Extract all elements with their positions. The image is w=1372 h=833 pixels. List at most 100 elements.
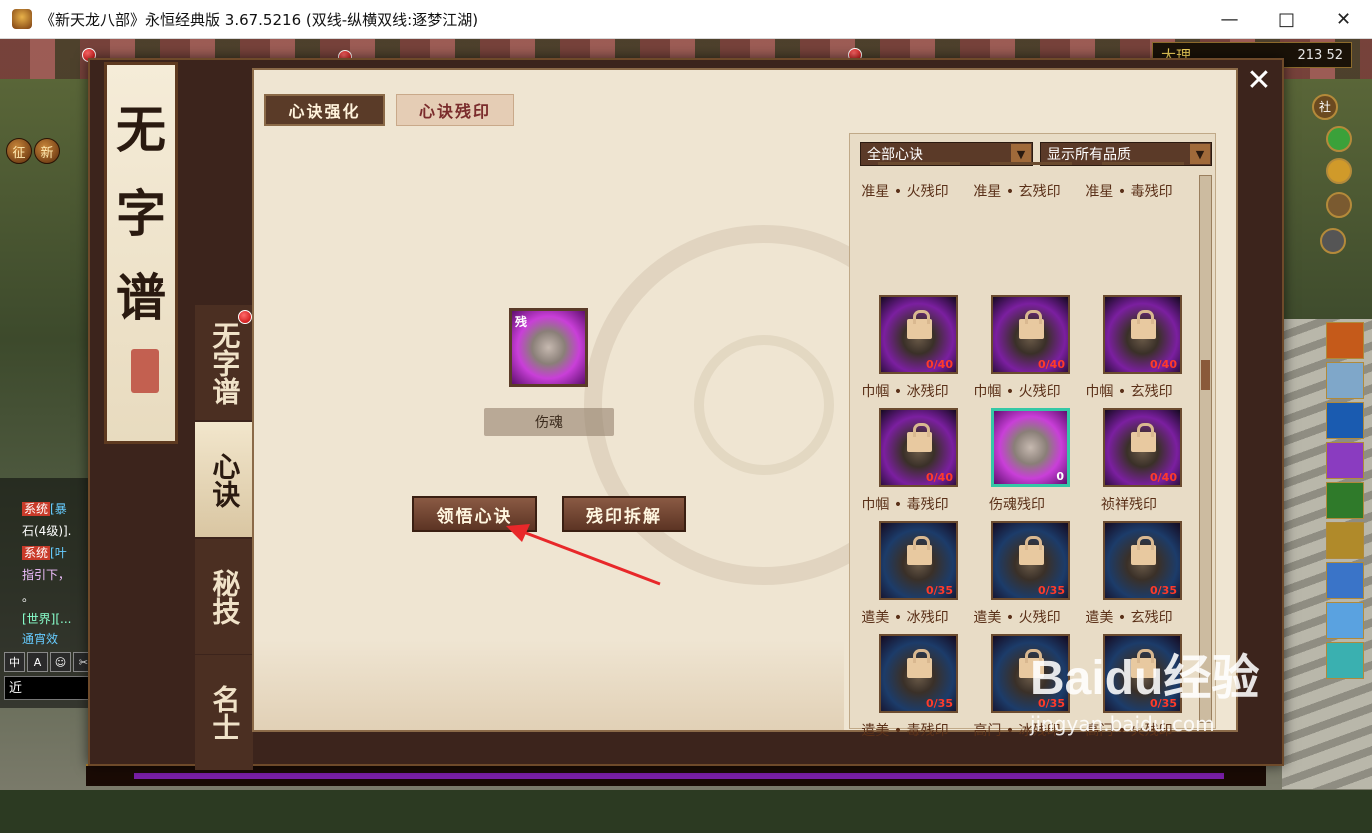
chat-text: [世界][... bbox=[22, 612, 72, 626]
chat-line: [世界][... bbox=[22, 610, 72, 627]
item-count: 0/40 bbox=[926, 471, 953, 484]
item-name: 巾帼 • 玄残印 bbox=[1085, 384, 1173, 400]
chevron-down-icon: ▼ bbox=[1190, 144, 1210, 164]
selected-item-name: 伤魂 bbox=[484, 408, 614, 436]
social-button[interactable]: 社 bbox=[1312, 94, 1338, 120]
chat-line: 。 bbox=[22, 588, 34, 605]
panel-title-char: 字 bbox=[116, 184, 166, 243]
panel-title-char: 无 bbox=[116, 100, 166, 159]
tab-xinjue-canyin[interactable]: 心诀残印 bbox=[396, 94, 514, 126]
item-count: 0 bbox=[1056, 470, 1064, 483]
skill-slot[interactable] bbox=[1326, 442, 1364, 479]
notification-dot bbox=[238, 310, 252, 324]
minimize-icon[interactable]: — bbox=[1201, 0, 1258, 38]
skill-slot[interactable] bbox=[1326, 402, 1364, 439]
item-slot[interactable]: 0/35 bbox=[879, 634, 958, 713]
lock-icon bbox=[907, 423, 932, 452]
chat-system-tag: 系统 bbox=[22, 546, 51, 560]
tab-label: 无字谱 bbox=[208, 320, 242, 405]
crossed-swords-icon[interactable] bbox=[1320, 228, 1346, 254]
chat-input[interactable]: 近 bbox=[4, 676, 96, 700]
chat-text: 通宵效 bbox=[22, 632, 59, 646]
window-titlebar: 《新天龙八部》永恒经典版 3.67.5216 (双线-纵横双线:逐梦江湖) — … bbox=[0, 0, 1372, 39]
background-hill bbox=[254, 640, 844, 730]
chat-text: [暴 bbox=[50, 502, 67, 516]
book-icon[interactable] bbox=[1326, 192, 1352, 218]
item-count: 0/40 bbox=[1150, 471, 1177, 484]
chat-text: 指引下， bbox=[22, 568, 71, 582]
skill-slot[interactable] bbox=[1326, 562, 1364, 599]
lock-icon bbox=[907, 649, 932, 678]
chat-text: 。 bbox=[22, 590, 35, 604]
chat-window: 系统 [暴 石(4级)]. 系统 [叶 指引下， 。 [世界][... 通宵效 bbox=[0, 478, 95, 708]
item-slot[interactable]: 0/35 bbox=[1103, 521, 1182, 600]
item-name: 准星 • 毒残印 bbox=[1085, 184, 1173, 200]
item-cell[interactable]: 准星 • 玄残印 bbox=[962, 162, 1072, 289]
help-icon[interactable] bbox=[1326, 158, 1352, 184]
item-cell[interactable]: 遣美 • 毒残印 0/35 bbox=[850, 634, 960, 833]
item-count: 0/35 bbox=[926, 697, 953, 710]
chat-tool-button[interactable]: A bbox=[27, 652, 48, 672]
annotation-arrow bbox=[506, 524, 661, 586]
item-slot[interactable]: 0/40 bbox=[879, 295, 958, 374]
item-slot[interactable]: 0/40 bbox=[1103, 408, 1182, 487]
new-button[interactable]: 新 bbox=[34, 138, 60, 164]
item-slot[interactable]: 0/40 bbox=[991, 295, 1070, 374]
item-slot[interactable]: 0/35 bbox=[991, 521, 1070, 600]
chat-line: 系统 [叶 bbox=[22, 544, 67, 561]
quality-dropdown-value: 显示所有品质 bbox=[1047, 147, 1131, 163]
skill-slot[interactable] bbox=[1326, 362, 1364, 399]
chat-line: 石(4级)]. bbox=[22, 522, 72, 539]
lock-icon bbox=[1019, 536, 1044, 565]
chat-text: 石(4级)]. bbox=[22, 524, 72, 538]
skill-slot[interactable] bbox=[1326, 322, 1364, 359]
item-name: 巾帼 • 冰残印 bbox=[861, 384, 949, 400]
item-count: 0/35 bbox=[1150, 584, 1177, 597]
chevron-down-icon: ▼ bbox=[1011, 144, 1031, 164]
item-badge: 残 bbox=[515, 315, 528, 329]
lock-icon bbox=[907, 310, 932, 339]
event-button-label: 征 bbox=[12, 145, 26, 161]
chat-channel-label: 近 bbox=[9, 681, 23, 696]
item-count: 0/40 bbox=[926, 358, 953, 371]
item-cell[interactable]: 准星 • 火残印 bbox=[850, 162, 960, 289]
item-count: 0/35 bbox=[926, 584, 953, 597]
chat-tool-button[interactable]: 中 bbox=[4, 652, 25, 672]
scrollbar-thumb[interactable] bbox=[1201, 360, 1210, 390]
item-count: 0/35 bbox=[1038, 584, 1065, 597]
tab-label: 心诀 bbox=[208, 451, 242, 508]
skill-slot[interactable] bbox=[1326, 642, 1364, 679]
lock-icon bbox=[907, 536, 932, 565]
item-name: 伤魂残印 bbox=[989, 497, 1045, 513]
watermark-brand: Baidu经验 bbox=[1030, 652, 1260, 705]
tab-xinjue[interactable]: 心诀 bbox=[195, 422, 253, 537]
new-button-label: 新 bbox=[40, 145, 54, 161]
tab-mingshi[interactable]: 名士 bbox=[195, 655, 253, 770]
close-icon[interactable]: ✕ bbox=[1315, 0, 1372, 38]
skill-slot[interactable] bbox=[1326, 602, 1364, 639]
lock-icon bbox=[1131, 423, 1156, 452]
item-cell[interactable]: 准星 • 毒残印 bbox=[1074, 162, 1184, 289]
item-slot[interactable]: 0/40 bbox=[879, 408, 958, 487]
skill-slot[interactable] bbox=[1326, 482, 1364, 519]
background-pattern bbox=[694, 335, 834, 475]
skill-slot[interactable] bbox=[1326, 522, 1364, 559]
category-dropdown-value: 全部心诀 bbox=[867, 147, 923, 163]
tab-miji[interactable]: 秘技 bbox=[195, 539, 253, 654]
chat-text: [叶 bbox=[50, 546, 67, 560]
item-slot[interactable]: 0/40 bbox=[1103, 295, 1182, 374]
selected-item-slot[interactable]: 残 bbox=[509, 308, 588, 387]
confirm-icon[interactable] bbox=[1326, 126, 1352, 152]
item-slot[interactable]: 0 bbox=[991, 408, 1070, 487]
window-controls: — □ ✕ bbox=[1201, 0, 1372, 38]
maximize-icon[interactable]: □ bbox=[1258, 0, 1315, 38]
item-name: 遣美 • 火残印 bbox=[973, 610, 1061, 626]
tab-xinjue-qianghua[interactable]: 心诀强化 bbox=[264, 94, 385, 126]
item-slot[interactable]: 0/35 bbox=[879, 521, 958, 600]
emoji-icon[interactable]: ☺ bbox=[50, 652, 71, 672]
window-title: 《新天龙八部》永恒经典版 3.67.5216 (双线-纵横双线:逐梦江湖) bbox=[40, 10, 479, 29]
close-panel-icon[interactable]: ✕ bbox=[1241, 62, 1277, 98]
event-button[interactable]: 征 bbox=[6, 138, 32, 164]
baidu-watermark: Baidu经验 jingyan.baidu.com bbox=[1030, 638, 1330, 748]
panel-title-scroll: 无 字 谱 bbox=[104, 62, 178, 444]
